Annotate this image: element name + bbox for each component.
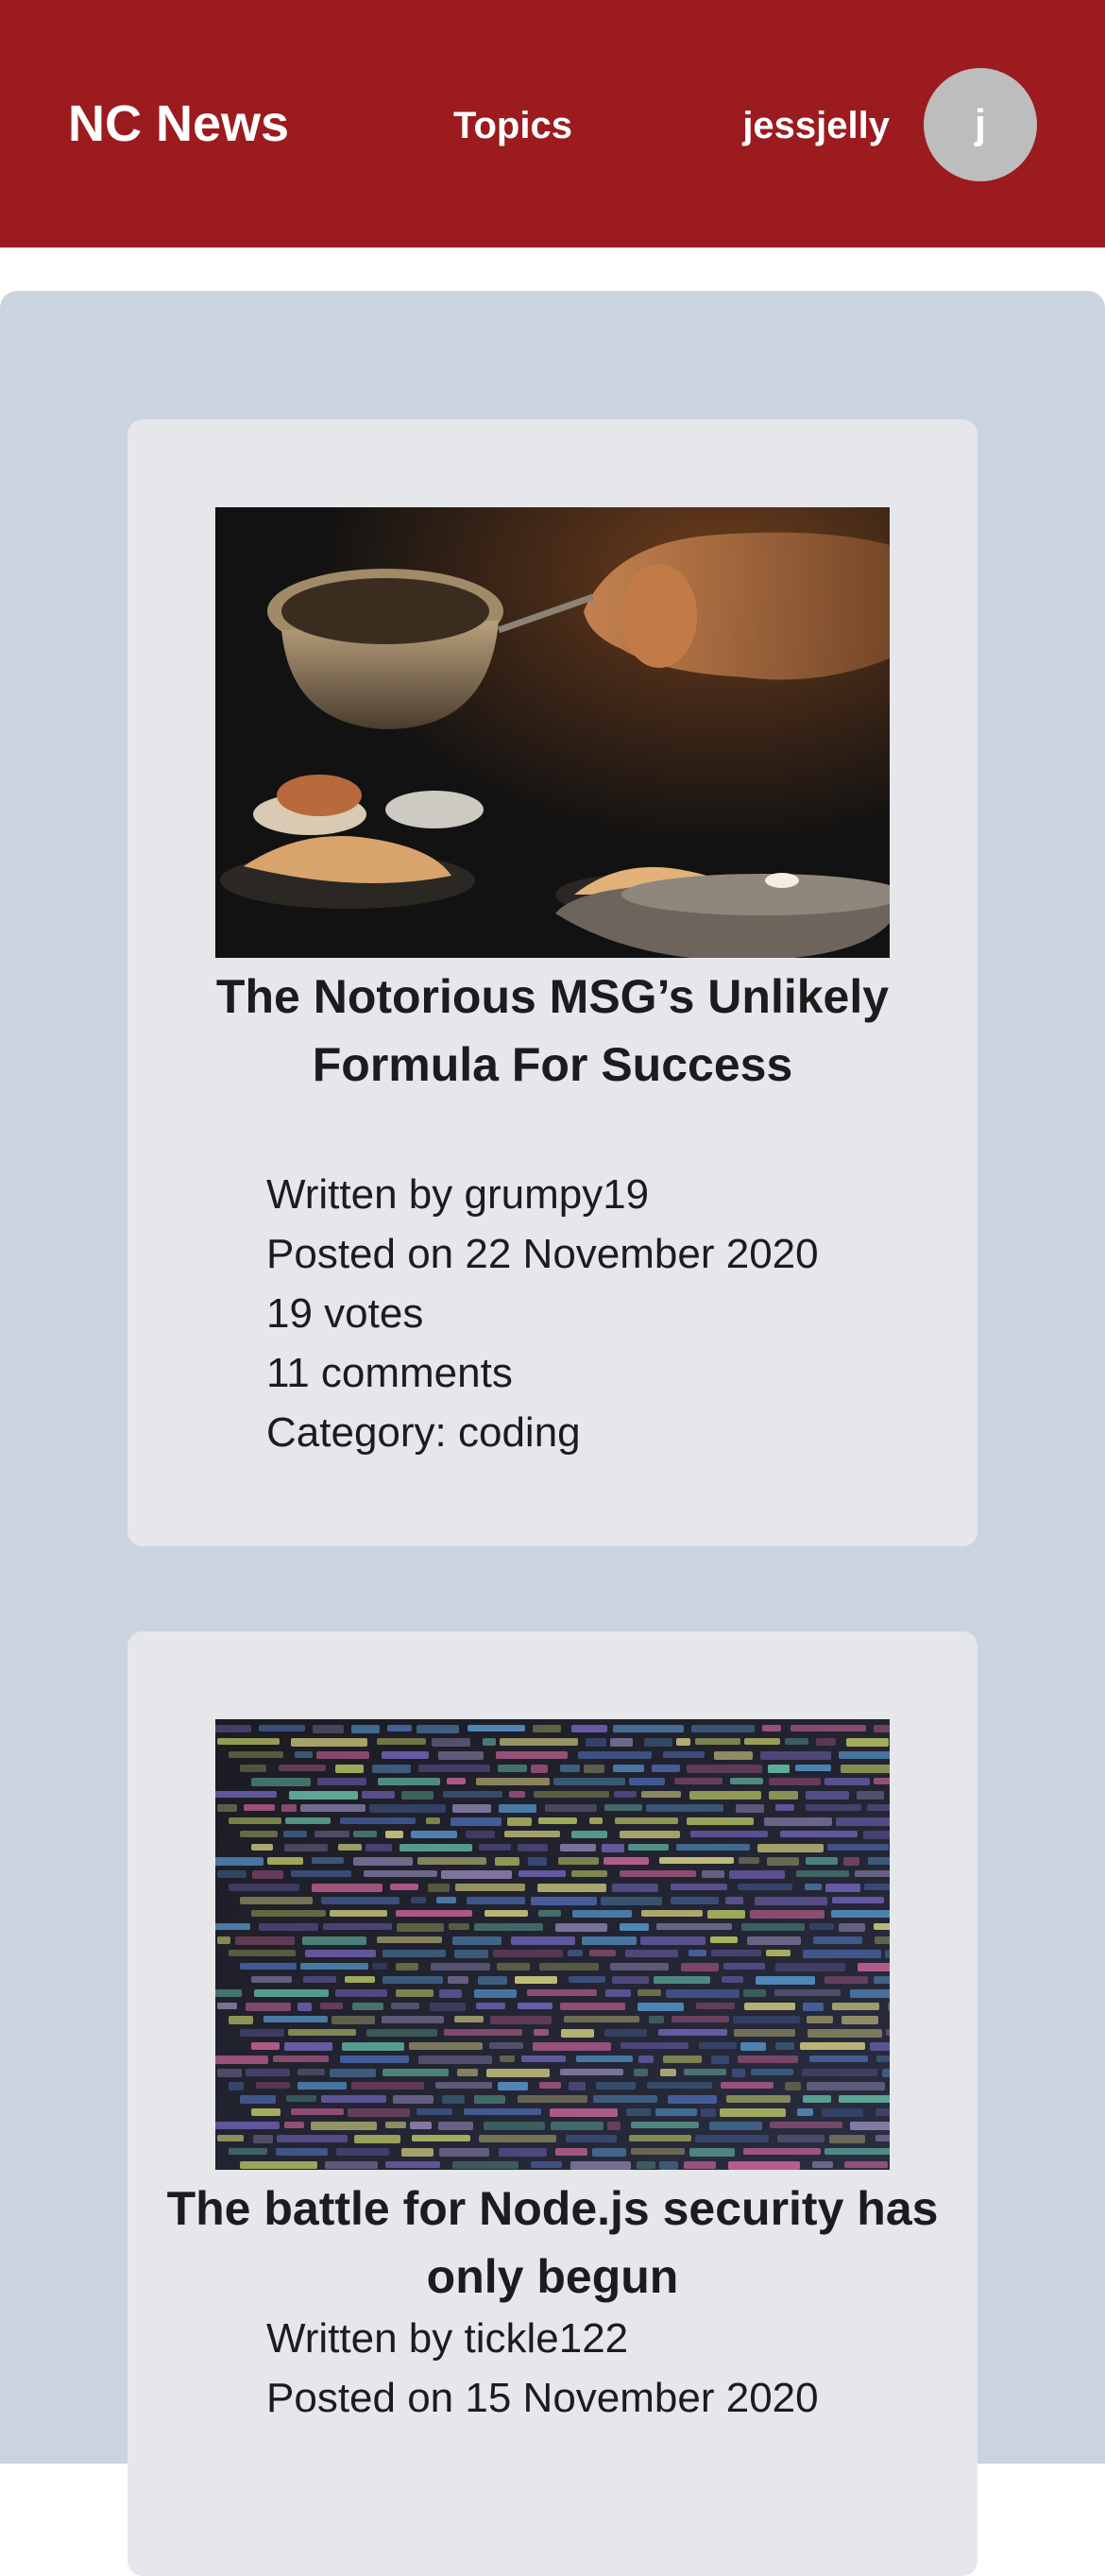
user-avatar[interactable]: j xyxy=(924,68,1037,181)
code-screen-photo[interactable] xyxy=(215,1719,890,2170)
article-votes: 19 votes xyxy=(266,1290,424,1337)
article-date: Posted on 22 November 2020 xyxy=(266,1231,819,1277)
article-title[interactable]: The battle for Node.js security has only… xyxy=(165,2175,940,2311)
article-meta: Written by tickle122 Posted on 15 Novemb… xyxy=(266,2309,946,2428)
article-author: Written by grumpy19 xyxy=(266,1171,650,1218)
brand-home-link[interactable]: NC News xyxy=(68,93,289,155)
article-card[interactable]: The battle for Node.js security has only… xyxy=(128,1631,978,2576)
article-card[interactable]: The Notorious MSG’s Unlikely Formula For… xyxy=(128,419,978,1546)
article-category: Category: coding xyxy=(266,1409,581,1456)
food-cooking-photo[interactable] xyxy=(215,507,890,958)
top-nav-bar: NC News Topics jessjelly j xyxy=(0,0,1105,247)
article-meta: Written by grumpy19 Posted on 22 Novembe… xyxy=(266,1165,946,1462)
topics-nav-link[interactable]: Topics xyxy=(453,104,572,147)
article-author: Written by tickle122 xyxy=(266,2315,629,2362)
article-date: Posted on 15 November 2020 xyxy=(266,2375,819,2421)
username-label[interactable]: jessjelly xyxy=(742,104,890,147)
article-comments: 11 comments xyxy=(266,1350,513,1396)
article-feed: The Notorious MSG’s Unlikely Formula For… xyxy=(0,291,1105,2576)
article-title[interactable]: The Notorious MSG’s Unlikely Formula For… xyxy=(165,963,940,1099)
